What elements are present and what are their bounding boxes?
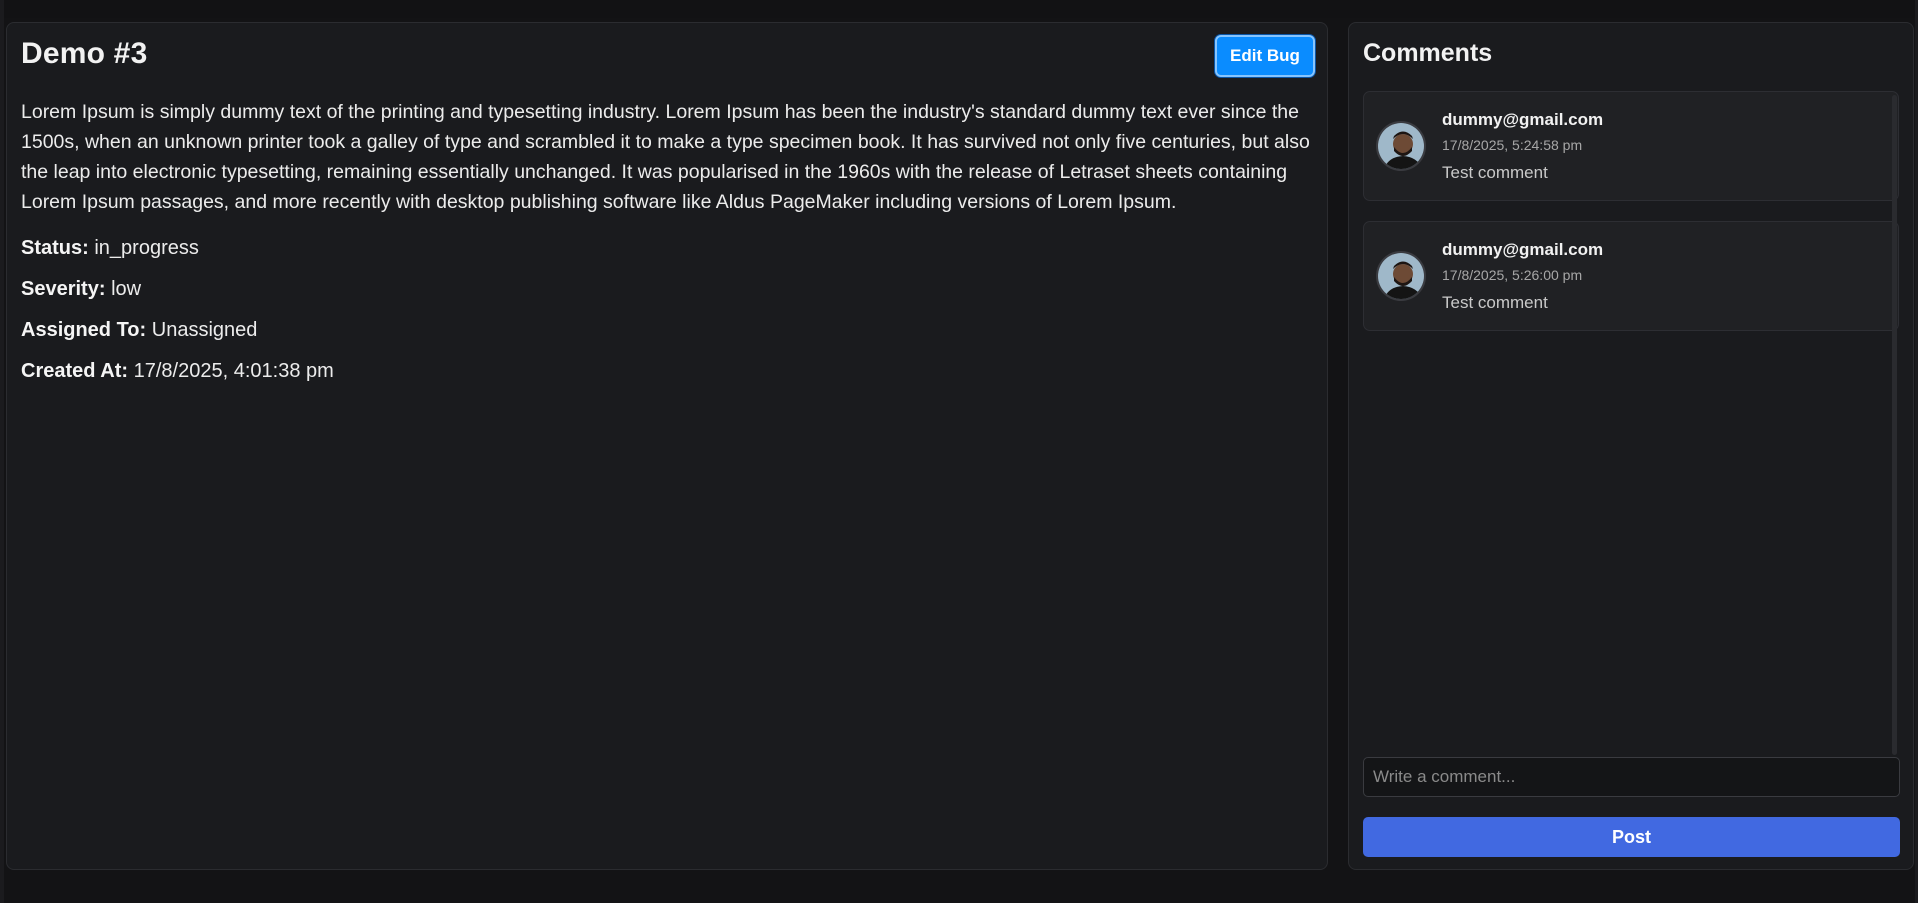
comment-text: Test comment <box>1442 293 1548 312</box>
severity-label: Severity: <box>21 278 106 300</box>
comment-input[interactable] <box>1363 757 1900 797</box>
bug-details-panel: Demo #3 Edit Bug Lorem Ipsum is simply d… <box>6 22 1328 870</box>
comment-list-scrollbar[interactable] <box>1892 95 1897 755</box>
comments-panel: Comments dummy@gmail.com 17/8/2025, 5:24… <box>1348 22 1914 870</box>
user-avatar-icon <box>1376 251 1426 301</box>
comments-title: Comments <box>1363 39 1493 67</box>
edit-bug-button[interactable]: Edit Bug <box>1215 35 1315 77</box>
top-bar <box>0 0 1918 18</box>
bug-title: Demo #3 <box>21 37 148 70</box>
comment-list[interactable]: dummy@gmail.com 17/8/2025, 5:24:58 pm Te… <box>1363 91 1899 755</box>
severity-value: low <box>111 278 142 300</box>
window-edge-left <box>0 0 4 903</box>
created-at-value: 17/8/2025, 4:01:38 pm <box>133 360 334 382</box>
created-at-label: Created At: <box>21 360 129 382</box>
severity-field: Severity: low <box>21 278 141 301</box>
bug-description: Lorem Ipsum is simply dummy text of the … <box>21 101 1310 213</box>
bug-detail-page: Demo #3 Edit Bug Lorem Ipsum is simply d… <box>0 0 1918 903</box>
assigned-to-field: Assigned To: Unassigned <box>21 319 257 342</box>
comment-timestamp: 17/8/2025, 5:24:58 pm <box>1442 137 1583 153</box>
comment-timestamp: 17/8/2025, 5:26:00 pm <box>1442 267 1583 283</box>
comment-item: dummy@gmail.com 17/8/2025, 5:26:00 pm Te… <box>1363 221 1899 331</box>
comment-text: Test comment <box>1442 163 1548 182</box>
post-comment-button[interactable]: Post <box>1363 817 1900 857</box>
status-label: Status: <box>21 237 89 259</box>
comment-author: dummy@gmail.com <box>1442 240 1604 259</box>
status-field: Status: in_progress <box>21 237 199 260</box>
comment-author: dummy@gmail.com <box>1442 110 1604 129</box>
created-at-field: Created At: 17/8/2025, 4:01:38 pm <box>21 360 334 383</box>
assigned-to-value: Unassigned <box>151 319 258 341</box>
comment-item: dummy@gmail.com 17/8/2025, 5:24:58 pm Te… <box>1363 91 1899 201</box>
status-value: in_progress <box>94 237 199 259</box>
user-avatar-icon <box>1376 121 1426 171</box>
assigned-to-label: Assigned To: <box>21 319 147 341</box>
